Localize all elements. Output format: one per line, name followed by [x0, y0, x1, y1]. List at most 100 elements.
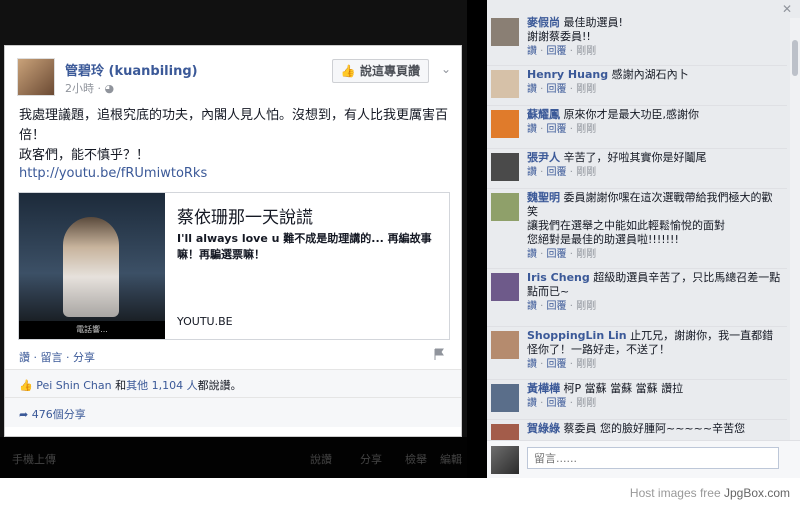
scrollbar-thumb[interactable] — [792, 40, 798, 76]
comment-body: 麥假尚 最佳助選員! 謝謝蔡委員!! 讚 · 回覆 · 剛剛 — [527, 16, 783, 59]
comment-body: ShoppingLin Lin 止兀兄，謝謝你，我一直都錯怪你了！一路好走，不送… — [527, 329, 783, 372]
comment-meta: 讚 · 回覆 · 剛剛 — [527, 124, 597, 135]
commenter-avatar[interactable] — [491, 153, 519, 181]
comment-text: 原來你才是最大功臣,感謝你 — [563, 108, 700, 121]
author-name[interactable]: 管碧玲 (kuanbiling) — [65, 60, 198, 79]
comment-like-link[interactable]: 讚 — [527, 249, 537, 260]
comment-body: 賀綠綠 蔡委員 您的臉好腫阿~~~~~辛苦您 — [527, 422, 783, 436]
comment-reply-link[interactable]: 回覆 — [547, 124, 567, 135]
comment-time: 剛剛 — [576, 46, 597, 57]
comment-reply-link[interactable]: 回覆 — [547, 46, 567, 57]
commenter-avatar[interactable] — [491, 110, 519, 138]
like-action[interactable]: 說讚 — [310, 451, 332, 467]
comment-meta: 讚 · 回覆 · 剛剛 — [527, 249, 597, 260]
comment-reply-link[interactable]: 回覆 — [547, 359, 567, 370]
shared-link-card[interactable]: 電話響... 蔡依珊那一天說謊 I'll always love u 難不成是助… — [18, 192, 450, 340]
chevron-down-icon[interactable]: ⌄ — [441, 62, 451, 76]
commenter-name[interactable]: Henry Huang — [527, 68, 608, 81]
comment-reply-link[interactable]: 回覆 — [547, 167, 567, 178]
like-page-button[interactable]: 👍 說這專頁讚 — [331, 59, 429, 83]
comment-like-link[interactable]: 讚 — [527, 46, 537, 57]
comment-body: 魏聖明 委員謝謝你嘿在這次選戰帶給我們極大的歡笑 讓我們在選舉之中能如此輕鬆愉悅… — [527, 191, 783, 262]
commenter-name[interactable]: 賀綠綠 — [527, 422, 560, 435]
thumbs-up-icon: 👍 — [340, 64, 356, 78]
edit-action[interactable]: 編輯 — [440, 451, 462, 467]
video-thumbnail[interactable]: 電話響... — [19, 193, 165, 339]
comment-meta: 讚 · 回覆 · 剛剛 — [527, 398, 597, 409]
photo-action-bar: 手機上傳 說讚 分享 檢舉 編輯 — [0, 437, 467, 478]
comment-body: Henry Huang 感謝內湖石內卜讚 · 回覆 · 剛剛 — [527, 68, 783, 97]
comment-text: 柯P 當蘇 當蘇 當蘇 讚拉 — [563, 382, 684, 395]
share-action[interactable]: 分享 — [360, 451, 382, 467]
shared-domain: YOUTU.BE — [177, 315, 233, 328]
commenter-name[interactable]: Iris Cheng — [527, 271, 590, 284]
comment-text: 辛苦了，好啦其實你是好鬮尾 — [563, 151, 707, 164]
photo-view: 管碧玲 (kuanbiling) 2小時 · ◕ 👍 說這專頁讚 ⌄ 我處理議題… — [0, 0, 467, 478]
commenter-avatar[interactable] — [491, 424, 519, 440]
comment-meta: 讚 · 回覆 · 剛剛 — [527, 359, 597, 370]
mobile-upload-label: 手機上傳 — [12, 453, 56, 466]
comment-time: 剛剛 — [576, 359, 597, 370]
commenter-avatar[interactable] — [491, 18, 519, 46]
commenter-avatar[interactable] — [491, 193, 519, 221]
shares-summary: ➦ 476個分享 — [5, 397, 461, 427]
comment-reply-link[interactable]: 回覆 — [547, 84, 567, 95]
thumbnail-caption: 電話響... — [19, 321, 165, 339]
comment-item: 張尹人 辛苦了，好啦其實你是好鬮尾讚 · 回覆 · 剛剛 — [487, 149, 787, 189]
comment-item: 魏聖明 委員謝謝你嘿在這次選戰帶給我們極大的歡笑 讓我們在選舉之中能如此輕鬆愉悅… — [487, 189, 787, 269]
commenter-name[interactable]: 張尹人 — [527, 151, 560, 164]
comment-like-link[interactable]: 讚 — [527, 167, 537, 178]
comment-meta: 讚 · 回覆 · 剛剛 — [527, 84, 597, 95]
commenter-avatar[interactable] — [491, 384, 519, 412]
globe-icon: ◕ — [104, 82, 115, 95]
comment-like-link[interactable]: 讚 — [527, 359, 537, 370]
commenter-name[interactable]: 麥假尚 — [527, 16, 560, 29]
comment-body: 張尹人 辛苦了，好啦其實你是好鬮尾讚 · 回覆 · 剛剛 — [527, 151, 783, 180]
commenter-name[interactable]: 黃樺樺 — [527, 382, 560, 395]
post-actions[interactable]: 讚 · 留言 · 分享 — [19, 349, 95, 365]
commenter-avatar[interactable] — [491, 273, 519, 301]
liker-name[interactable]: Pei Shin Chan — [36, 379, 111, 392]
flag-icon[interactable] — [433, 348, 445, 360]
user-avatar — [491, 446, 519, 474]
share-count[interactable]: 476個分享 — [32, 408, 86, 421]
comment-item: Iris Cheng 超級助選員辛苦了，只比馬總召差一點點而已~ 讚 · 回覆 ·… — [487, 269, 787, 327]
commenter-name[interactable]: 蘇耀鳳 — [527, 108, 560, 121]
comment-body: 蘇耀鳳 原來你才是最大功臣,感謝你讚 · 回覆 · 剛剛 — [527, 108, 783, 137]
shared-title[interactable]: 蔡依珊那一天說謊 — [177, 203, 313, 228]
post-card: 管碧玲 (kuanbiling) 2小時 · ◕ 👍 說這專頁讚 ⌄ 我處理議題… — [4, 45, 462, 437]
watermark-footer: Host images free JpgBox.com — [629, 486, 790, 500]
comment-input[interactable] — [527, 447, 779, 469]
comment-reply-link[interactable]: 回覆 — [547, 301, 567, 312]
comment-like-link[interactable]: 讚 — [527, 398, 537, 409]
comment-like-link[interactable]: 讚 — [527, 124, 537, 135]
report-action[interactable]: 檢舉 — [405, 451, 427, 467]
comment-time: 剛剛 — [576, 124, 597, 135]
comment-like-link[interactable]: 讚 — [527, 301, 537, 312]
commenter-name[interactable]: ShoppingLin Lin — [527, 329, 627, 342]
commenter-avatar[interactable] — [491, 70, 519, 98]
comment-body: 黃樺樺 柯P 當蘇 當蘇 當蘇 讚拉讚 · 回覆 · 剛剛 — [527, 382, 783, 411]
commenter-avatar[interactable] — [491, 331, 519, 359]
comment-time: 剛剛 — [576, 301, 597, 312]
comment-reply-link[interactable]: 回覆 — [547, 249, 567, 260]
likes-summary: 👍 Pei Shin Chan 和其他 1,104 人都說讚。 — [5, 369, 461, 397]
comment-item: 賀綠綠 蔡委員 您的臉好腫阿~~~~~辛苦您 — [487, 420, 787, 440]
comment-text: 委員謝謝你嘿在這次選戰帶給我們極大的歡笑 讓我們在選舉之中能如此輕鬆愉悅的面對 … — [527, 191, 773, 246]
author-avatar[interactable] — [17, 58, 55, 96]
others-link[interactable]: 其他 1,104 人 — [126, 379, 197, 392]
comment-text: 蔡委員 您的臉好腫阿~~~~~辛苦您 — [563, 422, 746, 435]
comment-time: 剛剛 — [576, 167, 597, 178]
comment-meta: 讚 · 回覆 · 剛剛 — [527, 46, 597, 57]
comment-like-link[interactable]: 讚 — [527, 84, 537, 95]
shared-description: I'll always love u 難不成是助理講的... 再編故事嘛！再騙選… — [177, 232, 432, 261]
comment-reply-link[interactable]: 回覆 — [547, 398, 567, 409]
comment-composer — [487, 440, 800, 478]
comment-time: 剛剛 — [576, 249, 597, 260]
scrollbar-track[interactable] — [790, 18, 800, 442]
share-icon: ➦ — [19, 408, 29, 421]
comment-item: ShoppingLin Lin 止兀兄，謝謝你，我一直都錯怪你了！一路好走，不送… — [487, 327, 787, 380]
commenter-name[interactable]: 魏聖明 — [527, 191, 560, 204]
post-link[interactable]: http://youtu.be/fRUmiwtoRks — [19, 166, 207, 181]
comment-body: Iris Cheng 超級助選員辛苦了，只比馬總召差一點點而已~ 讚 · 回覆 ·… — [527, 271, 783, 314]
